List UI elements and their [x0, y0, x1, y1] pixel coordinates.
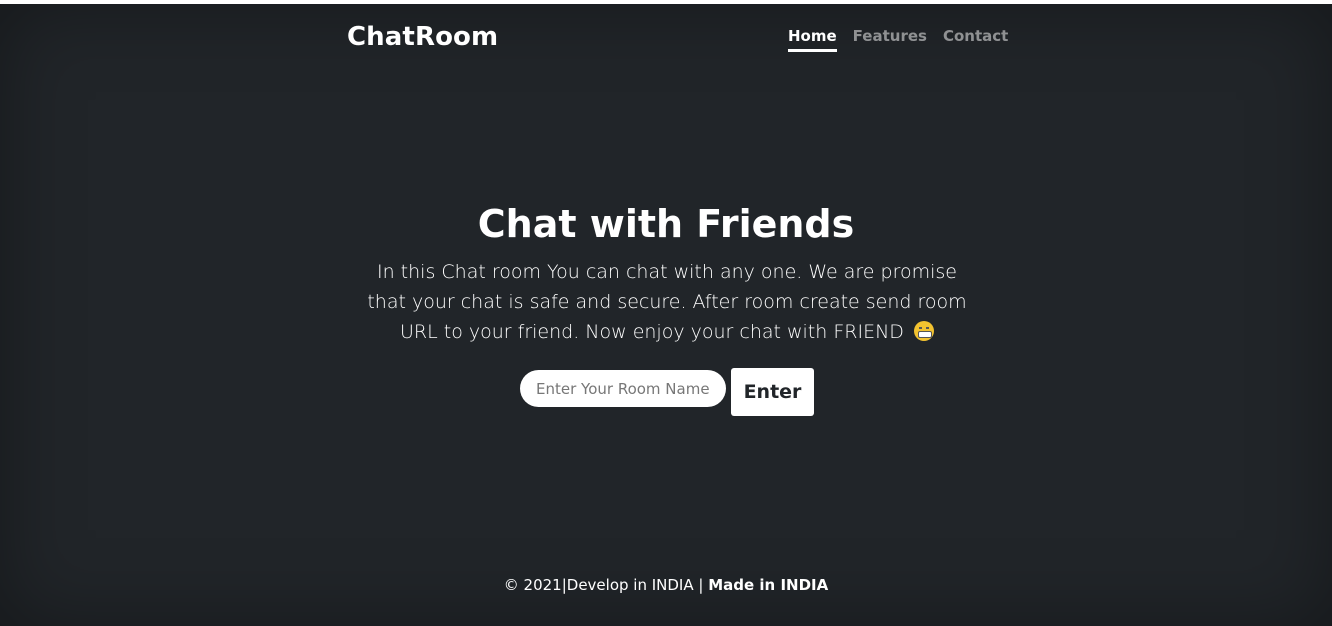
footer-text: © 2021|Develop in INDIA | — [503, 576, 709, 594]
hero-description: In this Chat room You can chat with any … — [356, 257, 978, 347]
main-nav: Home Features Contact — [788, 27, 1008, 52]
nav-home[interactable]: Home — [788, 27, 837, 52]
footer: © 2021|Develop in INDIA | Made in INDIA — [0, 576, 1332, 594]
brand-logo[interactable]: ChatRoom — [347, 22, 498, 52]
footer-made-in: Made in INDIA — [708, 576, 829, 594]
page-background: ChatRoom Home Features Contact Chat with… — [0, 4, 1332, 626]
nav-contact[interactable]: Contact — [943, 27, 1008, 52]
room-name-input[interactable] — [520, 370, 726, 407]
nav-features[interactable]: Features — [853, 27, 927, 52]
enter-button[interactable]: Enter — [731, 368, 814, 416]
hero-description-text: In this Chat room You can chat with any … — [367, 261, 967, 343]
grinning-face-icon — [913, 321, 934, 341]
page-title: Chat with Friends — [477, 202, 855, 246]
